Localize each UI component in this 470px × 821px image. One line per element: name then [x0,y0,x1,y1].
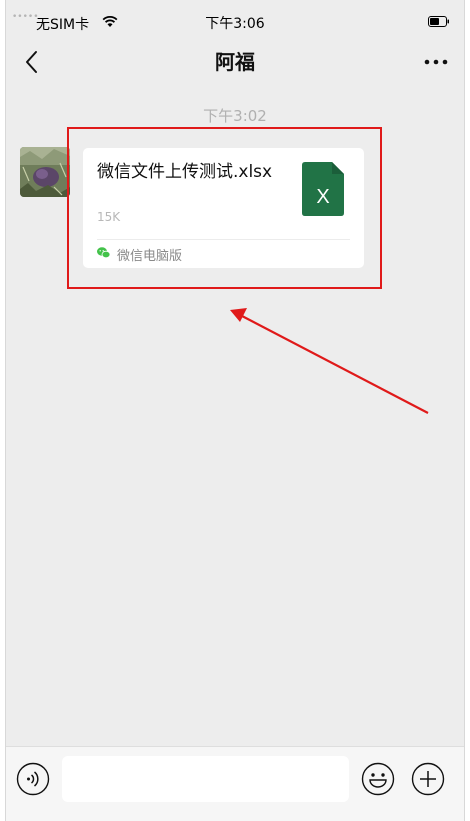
screenshot-border-right [464,0,470,821]
card-divider [97,239,350,240]
status-time: 下午3:06 [205,16,265,32]
battery-icon [428,16,449,27]
file-name: 微信文件上传测试.xlsx [97,162,273,182]
screenshot-border-left [0,0,6,821]
file-message-card[interactable]: 微信文件上传测试.xlsx 15K X 微信电脑版 [83,148,364,268]
message-text-input[interactable] [62,756,349,802]
excel-file-icon: X [302,162,344,216]
source-label: 微信电脑版 [117,249,183,264]
plus-icon[interactable] [411,762,445,796]
chat-screen: ••••• 无SIM卡 下午3:06 阿福 下午3:02 微信文件上传测试.xl… [6,0,464,821]
contact-avatar[interactable] [20,147,70,197]
message-timestamp: 下午3:02 [203,107,267,125]
more-options-icon[interactable] [422,50,450,74]
voice-input-icon[interactable] [16,762,50,796]
excel-icon-letter: X [316,186,329,208]
chat-title: 阿福 [215,50,255,74]
emoji-icon[interactable] [361,762,395,796]
navigation-bar: 阿福 [6,40,464,84]
file-size: 15K [97,210,121,224]
message-input-bar [6,746,464,821]
status-bar: ••••• 无SIM卡 下午3:06 [6,0,464,40]
wechat-pc-icon [97,247,110,258]
